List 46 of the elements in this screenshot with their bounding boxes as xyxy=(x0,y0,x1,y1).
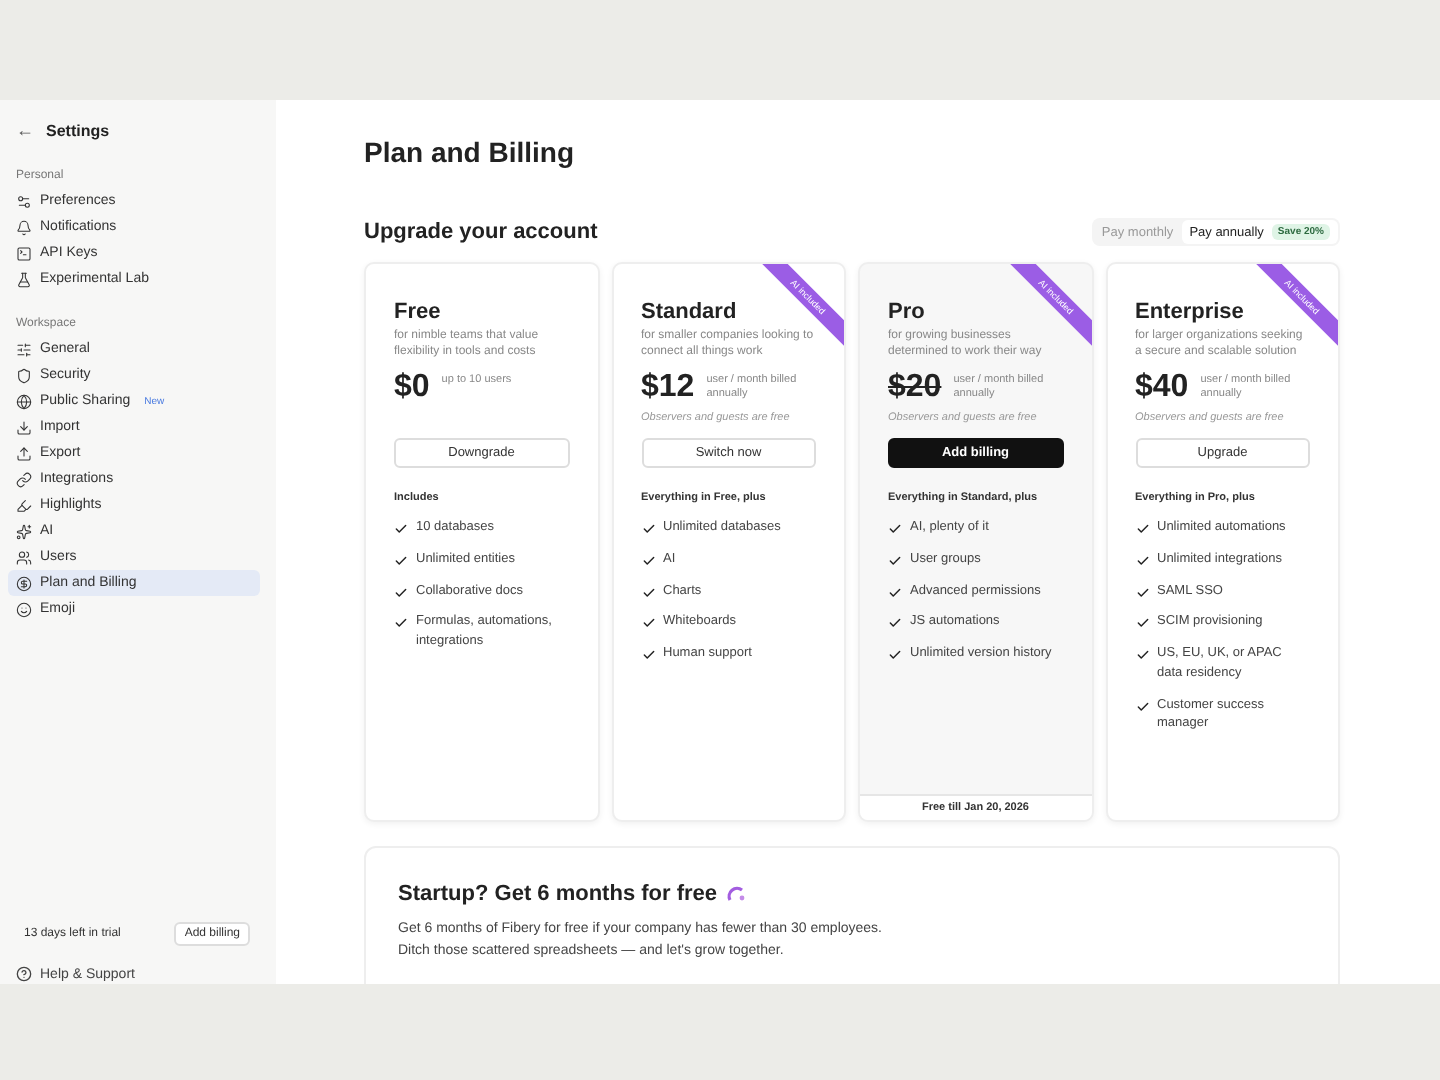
sidebar-item-icon xyxy=(16,497,32,513)
check-icon xyxy=(888,553,902,568)
plan-price: $12 xyxy=(641,370,695,406)
check-icon xyxy=(1135,585,1149,599)
sidebar-item-icon xyxy=(16,601,32,617)
plan-price: $40 xyxy=(1135,370,1189,406)
check-icon xyxy=(641,616,655,631)
check-icon xyxy=(394,585,408,599)
check-icon xyxy=(394,522,408,536)
page-title: Plan and Billing xyxy=(364,136,577,168)
check-icon xyxy=(1135,648,1149,662)
settings-title: Settings xyxy=(46,121,110,139)
check-icon xyxy=(1135,553,1149,568)
sidebar-item-icon xyxy=(16,549,32,565)
check-icon xyxy=(888,585,902,599)
check-icon xyxy=(1135,699,1149,713)
sidebar-item-icon xyxy=(16,193,32,209)
section-title: Upgrade your account xyxy=(364,220,598,244)
sidebar-item-icon xyxy=(16,367,32,383)
check-icon xyxy=(641,585,655,599)
sidebar-item-icon xyxy=(16,575,32,591)
check-icon xyxy=(888,616,902,631)
check-icon xyxy=(888,522,902,536)
sidebar-item-icon xyxy=(16,341,32,357)
check-icon xyxy=(1135,522,1149,536)
check-icon xyxy=(888,648,902,662)
sidebar-item-icon xyxy=(16,271,32,287)
sidebar-item-icon xyxy=(16,445,32,461)
check-icon xyxy=(641,553,655,568)
sidebar-item-icon xyxy=(16,245,32,261)
sidebar-item-icon xyxy=(16,393,32,409)
check-icon xyxy=(641,648,655,662)
sidebar-item-icon xyxy=(16,523,32,539)
sidebar-item-icon xyxy=(16,219,32,235)
sidebar-item-icon xyxy=(16,419,32,435)
plan-price: $20 xyxy=(888,370,942,406)
plan-price: $0 xyxy=(394,370,430,406)
check-icon xyxy=(394,616,408,631)
check-icon xyxy=(1135,616,1149,631)
check-icon xyxy=(394,553,408,568)
check-icon xyxy=(641,522,655,536)
back-arrow-icon[interactable]: ← xyxy=(16,120,34,140)
plan-name: Free xyxy=(394,300,443,324)
sidebar-item-icon xyxy=(16,471,32,487)
startup-title: Startup? Get 6 months for free xyxy=(398,882,718,906)
help-icon xyxy=(16,966,32,982)
